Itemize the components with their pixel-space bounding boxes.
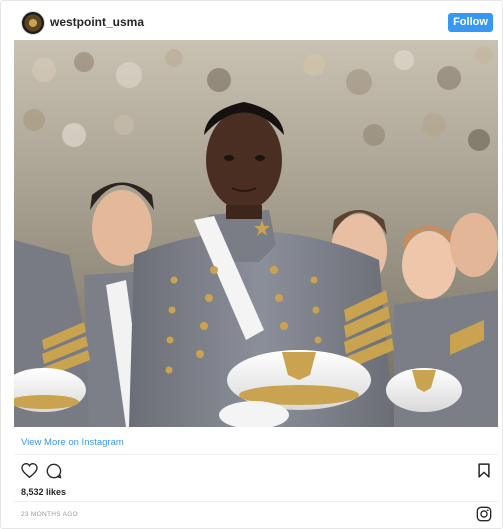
follow-button[interactable]: Follow [448, 13, 493, 32]
likes-count: 8,532 likes [21, 487, 67, 497]
divider [14, 454, 498, 455]
comment-icon[interactable] [46, 463, 62, 484]
divider [14, 501, 498, 502]
instagram-embed-card: westpoint_usma Follow View More on Insta… [0, 0, 503, 529]
post-actions [1, 457, 502, 487]
view-more-link[interactable]: View More on Instagram [21, 437, 124, 448]
avatar[interactable] [21, 11, 45, 35]
post-photo[interactable] [14, 40, 498, 427]
instagram-icon[interactable] [476, 506, 492, 527]
cadet-photo [14, 40, 498, 427]
post-header: westpoint_usma Follow [1, 1, 502, 41]
heart-icon[interactable] [21, 462, 38, 483]
post-timestamp: 23 MONTHS AGO [21, 511, 78, 518]
bookmark-icon[interactable] [478, 463, 490, 483]
username[interactable]: westpoint_usma [50, 15, 144, 29]
